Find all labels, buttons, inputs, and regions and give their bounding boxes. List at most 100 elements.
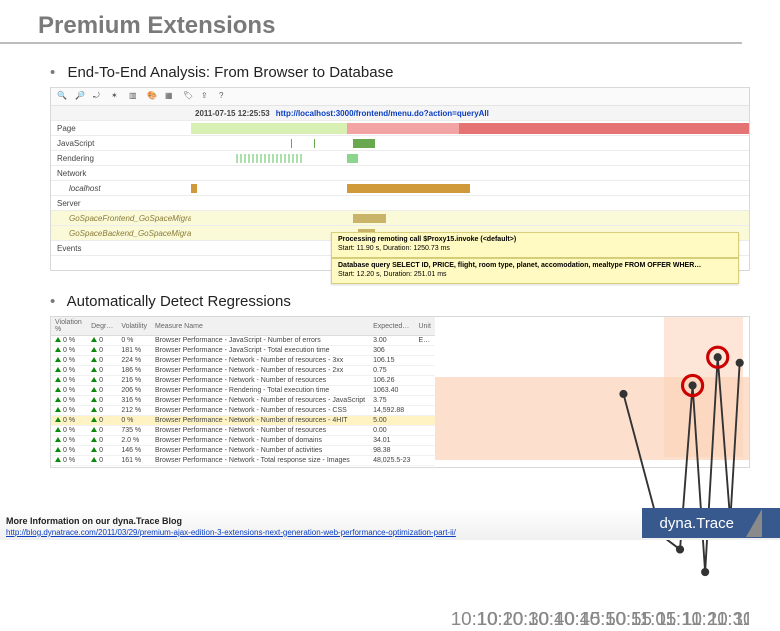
cell: 106.15 xyxy=(369,356,414,366)
table-row[interactable]: 0 %0146 %Browser Performance - Network -… xyxy=(51,446,435,456)
cell: Browser Performance - Network - Time dur… xyxy=(151,466,369,468)
timeline-panel: 🔍 🔎 ⤾ ✶ ▥ 🎨 ▦ 🏷 ⇪ ? 2011-07-15 12:25:53 … xyxy=(50,87,750,271)
trend-up-icon xyxy=(55,377,61,382)
table-row[interactable]: 0 %0735 %Browser Performance - Network -… xyxy=(51,426,435,436)
row-localhost-label: localhost xyxy=(51,184,191,193)
table-row[interactable]: 0 %00 %Browser Performance - Network - N… xyxy=(51,416,435,426)
cell: 14,592.88 xyxy=(369,406,414,416)
callout-db-sub: Start: 12.20 s, Duration: 251.01 ms xyxy=(338,271,447,278)
column-icon[interactable]: ▥ xyxy=(129,91,141,103)
table-row[interactable]: 0 %0181 %Browser Performance - JavaScrip… xyxy=(51,346,435,356)
callout-remoting-title: Processing remoting call $Proxy15.invoke… xyxy=(338,236,516,243)
trend-up-icon xyxy=(91,457,97,462)
row-js: JavaScript xyxy=(51,136,749,151)
cell: 0 % xyxy=(51,456,87,466)
trend-up-icon xyxy=(55,397,61,402)
row-events-label: Events xyxy=(51,244,191,253)
cell: 106.26 xyxy=(369,376,414,386)
trend-up-icon xyxy=(55,417,61,422)
tag-icon[interactable]: 🏷 xyxy=(183,91,195,103)
table-row[interactable]: 0 %0216 %Browser Performance - Network -… xyxy=(51,376,435,386)
row-server-label: Server xyxy=(51,199,191,208)
timeline-header-row: 2011-07-15 12:25:53 http://localhost:300… xyxy=(51,106,749,121)
cell: 0 xyxy=(87,356,117,366)
timeline-url[interactable]: http://localhost:3000/frontend/menu.do?a… xyxy=(276,109,489,118)
table-row[interactable]: 0 %0161 %Browser Performance - Network -… xyxy=(51,456,435,466)
cell: 0 xyxy=(87,406,117,416)
trend-up-icon xyxy=(55,347,61,352)
row-page: Page xyxy=(51,121,749,136)
cell: Browser Performance - Network - Number o… xyxy=(151,416,369,426)
palette-icon[interactable]: 🎨 xyxy=(147,91,159,103)
bullet-dot-icon: • xyxy=(50,293,55,310)
cell: Browser Performance - Network - Number o… xyxy=(151,396,369,406)
trend-up-icon xyxy=(55,357,61,362)
bullet-dot-icon: • xyxy=(50,64,55,81)
bullet-reg-text: Automatically Detect Regressions xyxy=(67,293,291,310)
reset-zoom-icon[interactable]: ⤾ xyxy=(93,91,105,103)
zoom-out-icon[interactable]: 🔎 xyxy=(75,91,87,103)
cell: Browser Performance - Network - Number o… xyxy=(151,356,369,366)
row-localhost: localhost xyxy=(51,181,749,196)
row-render-label: Rendering xyxy=(51,154,191,163)
help-icon[interactable]: ? xyxy=(219,91,231,103)
cell xyxy=(414,426,434,436)
reg-col[interactable]: Measure Name xyxy=(151,317,369,336)
reg-col[interactable]: Volatility xyxy=(117,317,151,336)
trend-up-icon xyxy=(91,447,97,452)
reg-col[interactable]: Violation % xyxy=(51,317,87,336)
cell: 117 % xyxy=(117,466,151,468)
cell: 0 % xyxy=(51,366,87,376)
trend-up-icon xyxy=(91,387,97,392)
cell xyxy=(414,346,434,356)
cell: 0 % xyxy=(51,426,87,436)
regression-table: Violation %Degr…VolatilityMeasure NameEx… xyxy=(51,317,435,467)
trend-up-icon xyxy=(91,357,97,362)
cell: 0 % xyxy=(51,406,87,416)
row-srv1-label: GoSpaceFrontend_GoSpaceMigrationA xyxy=(51,214,191,223)
cell xyxy=(414,386,434,396)
cell xyxy=(414,456,434,466)
row-network-label: Network xyxy=(51,169,191,178)
zoom-in-icon[interactable]: 🔍 xyxy=(57,91,69,103)
row-js-label: JavaScript xyxy=(51,139,191,148)
cell: 0 % xyxy=(51,376,87,386)
table-row[interactable]: 0 %0212 %Browser Performance - Network -… xyxy=(51,406,435,416)
cell xyxy=(414,416,434,426)
filter-icon[interactable]: ▦ xyxy=(165,91,177,103)
reg-col[interactable]: Expected… xyxy=(369,317,414,336)
cell: 0 % xyxy=(117,336,151,346)
cell: Browser Performance - Network - Number o… xyxy=(151,436,369,446)
cell: Browser Performance - Network - Number o… xyxy=(151,426,369,436)
table-row[interactable]: 0 %02.0 %Browser Performance - Network -… xyxy=(51,436,435,446)
cell: E… xyxy=(414,336,434,346)
settings-icon[interactable]: ✶ xyxy=(111,91,123,103)
cell: Browser Performance - Rendering - Total … xyxy=(151,386,369,396)
reg-col[interactable]: Unit xyxy=(414,317,434,336)
reg-col[interactable]: Degr… xyxy=(87,317,117,336)
table-row[interactable]: 0 %0117 %Browser Performance - Network -… xyxy=(51,466,435,468)
table-row[interactable]: 0 %0224 %Browser Performance - Network -… xyxy=(51,356,435,366)
trend-up-icon xyxy=(91,407,97,412)
trend-up-icon xyxy=(55,447,61,452)
cell: 224 % xyxy=(117,356,151,366)
callout-db-title: Database query SELECT ID, PRICE, flight,… xyxy=(338,262,701,269)
cell: 0 xyxy=(87,456,117,466)
table-row[interactable]: 0 %0316 %Browser Performance - Network -… xyxy=(51,396,435,406)
cell: 0 xyxy=(87,366,117,376)
table-row[interactable]: 0 %0206 %Browser Performance - Rendering… xyxy=(51,386,435,396)
cell: 0 xyxy=(87,436,117,446)
cell: 186 % xyxy=(117,366,151,376)
brand-badge: dyna.Trace xyxy=(642,508,780,538)
timeline-body: 2011-07-15 12:25:53 http://localhost:300… xyxy=(51,106,749,270)
export-icon[interactable]: ⇪ xyxy=(201,91,213,103)
cell: 98.38 xyxy=(369,446,414,456)
cell: 34.01 xyxy=(369,436,414,446)
row-srv1: GoSpaceFrontend_GoSpaceMigrationA xyxy=(51,211,749,226)
table-row[interactable]: 0 %00 %Browser Performance - JavaScript … xyxy=(51,336,435,346)
cell: 0 xyxy=(87,416,117,426)
cell: 27,710.77 xyxy=(369,466,414,468)
table-row[interactable]: 0 %0186 %Browser Performance - Network -… xyxy=(51,366,435,376)
bullet-e2e: • End-To-End Analysis: From Browser to D… xyxy=(0,64,780,81)
footer-link[interactable]: http://blog.dynatrace.com/2011/03/29/pre… xyxy=(6,528,456,537)
